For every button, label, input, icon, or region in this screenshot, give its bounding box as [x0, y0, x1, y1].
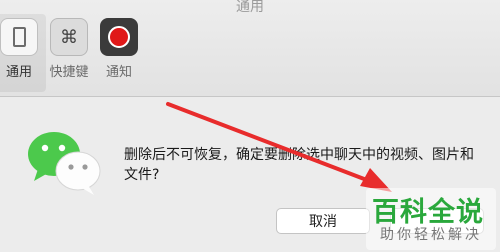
dialog-message: 删除后不可恢复，确定要删除选中聊天中的视频、图片和文件? [124, 147, 474, 183]
general-icon [0, 18, 38, 56]
command-key-icon: ⌘ [50, 18, 88, 56]
tab-general-label: 通用 [5, 65, 32, 80]
tab-general[interactable]: 通用 [0, 14, 46, 92]
cancel-button[interactable]: 取消 [276, 208, 370, 234]
notification-icon [100, 18, 138, 56]
tab-shortcuts[interactable]: ⌘ 快捷键 [42, 18, 96, 80]
tab-notifications-label: 通知 [105, 65, 132, 80]
window-title: 通用 [236, 0, 264, 15]
watermark-subtitle: 助你轻松解决 [380, 227, 482, 243]
tab-notifications[interactable]: 通知 [92, 18, 146, 80]
preferences-toolbar: 通用 通用 ⌘ 快捷键 通知 [0, 0, 500, 97]
wechat-icon [28, 132, 101, 195]
watermark: 百科全说 助你轻松解决 [366, 188, 496, 250]
tab-shortcuts-label: 快捷键 [49, 65, 89, 80]
